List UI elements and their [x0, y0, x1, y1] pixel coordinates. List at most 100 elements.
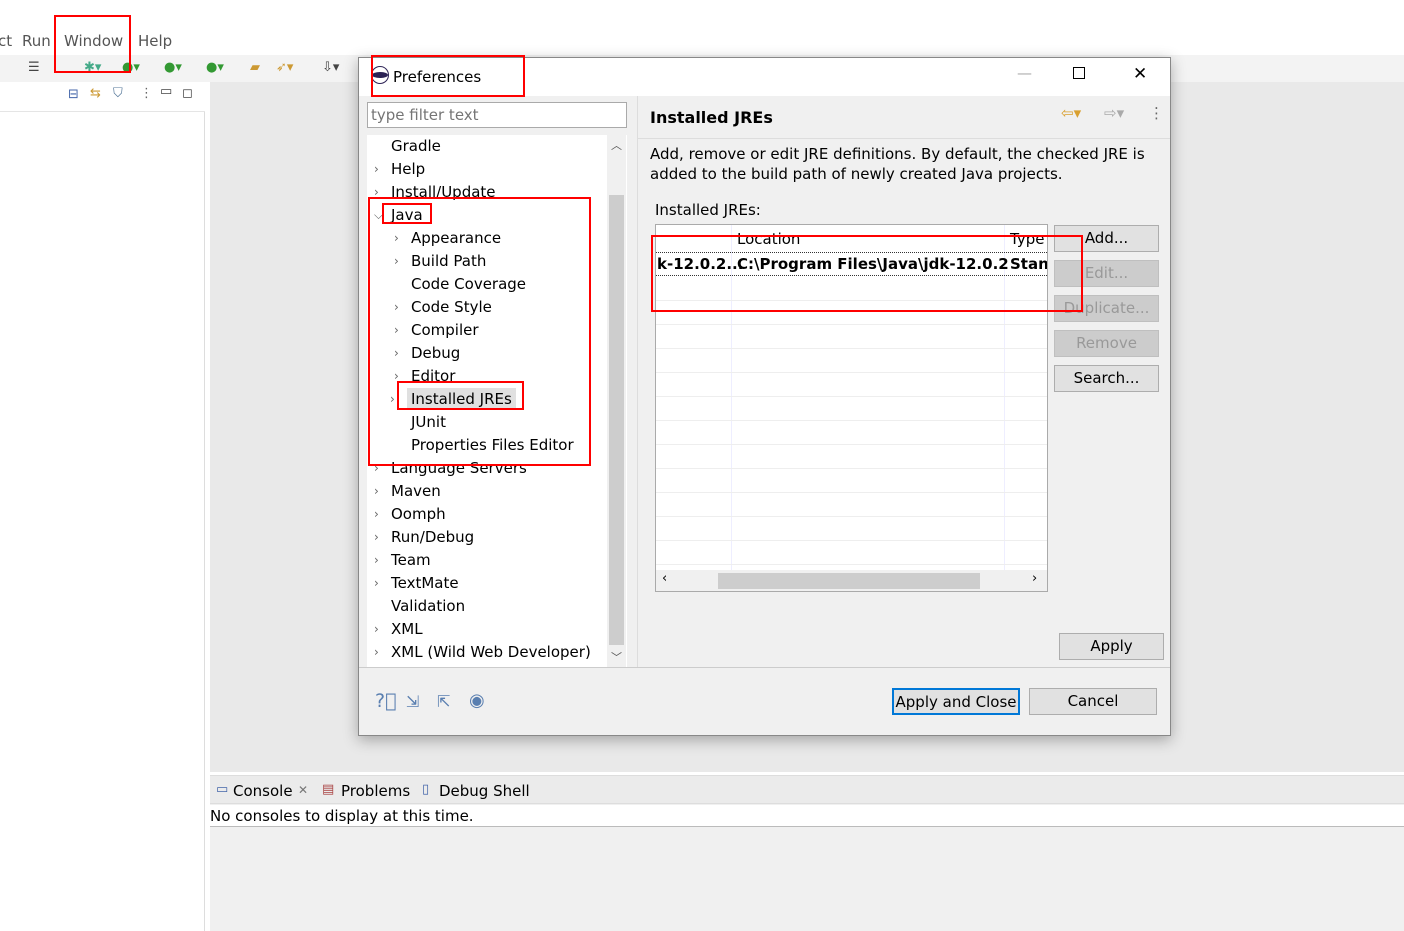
tree-item[interactable]: Properties Files Editor [411, 434, 574, 456]
menu-project[interactable]: ct [0, 32, 12, 50]
tree-item[interactable]: ⌵ Java [374, 204, 423, 226]
tree-item[interactable]: › Run/Debug [374, 526, 475, 548]
cancel-button[interactable]: Cancel [1029, 688, 1157, 715]
tree-item[interactable]: JUnit [411, 411, 446, 433]
chevron-right-icon[interactable]: › [374, 457, 379, 479]
export-icon[interactable]: ⇱ [437, 692, 450, 711]
column-header-location[interactable]: Location [737, 230, 800, 248]
external-tools-icon[interactable]: ●▾ [206, 60, 224, 75]
menu-window[interactable]: Window [64, 32, 123, 50]
filter-icon[interactable]: ⛉ [113, 86, 123, 101]
add-button[interactable]: Add... [1054, 225, 1159, 252]
maximize-button[interactable] [1073, 67, 1085, 79]
tree-item[interactable]: Validation [391, 595, 465, 617]
tree-item[interactable]: › Installed JREs [390, 388, 516, 410]
tree-item[interactable]: › XML [374, 618, 423, 640]
chevron-right-icon[interactable]: › [374, 526, 379, 548]
list-label: Installed JREs: [655, 201, 761, 219]
tree-scrollbar[interactable]: ︿ ﹀ [607, 135, 626, 667]
link-editor-icon[interactable]: ⇆ [90, 86, 101, 101]
menu-help[interactable]: Help [138, 32, 172, 50]
record-icon[interactable]: ◉ [469, 690, 485, 711]
tree-item[interactable]: › Code Style [394, 296, 492, 318]
chevron-down-icon[interactable]: ⌵ [374, 204, 383, 226]
table-row[interactable]: k-12.0.2... C:\Program Files\Java\jdk-12… [656, 252, 1047, 276]
forward-icon[interactable]: ⇨▾ [1104, 104, 1124, 122]
page-menu-icon[interactable]: ⋮ [1149, 104, 1164, 122]
search-button[interactable]: Search... [1054, 365, 1159, 392]
minimize-icon[interactable]: ▭ [160, 84, 172, 99]
tree-item[interactable]: › Build Path [394, 250, 487, 272]
rocket-icon[interactable]: ➶▾ [276, 60, 293, 75]
tab-problems[interactable]: Problems [341, 782, 410, 800]
duplicate-button[interactable]: Duplicate... [1054, 295, 1159, 322]
toolbar-icon[interactable]: ☰ [28, 60, 40, 75]
grid-line [656, 396, 1047, 397]
tree-item[interactable]: › Maven [374, 480, 441, 502]
tree-item[interactable]: › Install/Update [374, 181, 496, 203]
edit-button[interactable]: Edit... [1054, 260, 1159, 287]
tree-item[interactable]: › Help [374, 158, 425, 180]
coverage-icon[interactable]: ●▾ [164, 60, 182, 75]
chevron-right-icon[interactable]: › [394, 296, 399, 318]
tree-item[interactable]: › Oomph [374, 503, 446, 525]
save-icon[interactable]: ⇩▾ [322, 60, 339, 75]
preference-tree: Gradle › Help › Install/Update ⌵ Java › Appearan… [367, 135, 627, 667]
tree-item-label: Maven [391, 482, 441, 500]
tree-item[interactable]: › Language Servers [374, 457, 527, 479]
chevron-right-icon[interactable]: › [374, 480, 379, 502]
left-panel [0, 82, 205, 931]
tab-debug-shell[interactable]: Debug Shell [439, 782, 530, 800]
run-icon[interactable]: ●▾ [122, 60, 140, 75]
tree-item-label: Java [391, 206, 423, 224]
debug-icon[interactable]: ✱▾ [84, 60, 101, 75]
chevron-right-icon[interactable]: › [374, 549, 379, 571]
tree-item-label: Run/Debug [391, 528, 475, 546]
chevron-right-icon[interactable]: › [374, 618, 379, 640]
tree-item[interactable]: › XML (Wild Web Developer) [374, 641, 591, 663]
chevron-right-icon[interactable]: › [374, 181, 379, 203]
chevron-right-icon[interactable]: › [374, 503, 379, 525]
tree-item[interactable]: Code Coverage [411, 273, 526, 295]
minimize-button[interactable]: — [1017, 64, 1032, 82]
tree-item[interactable]: › TextMate [374, 572, 459, 594]
chevron-right-icon[interactable]: › [394, 342, 399, 364]
filter-input[interactable] [367, 102, 627, 128]
menu-run[interactable]: Run [22, 32, 51, 50]
apply-and-close-button[interactable]: Apply and Close [892, 688, 1020, 715]
tree-item[interactable]: › Editor [394, 365, 455, 387]
close-button[interactable]: ✕ [1133, 64, 1147, 84]
tree-item-label: Build Path [411, 252, 487, 270]
tree-item[interactable]: › Debug [394, 342, 460, 364]
view-menu-icon[interactable]: ⋮ [140, 86, 153, 101]
import-icon[interactable]: ⇲ [406, 692, 419, 711]
maximize-icon[interactable]: ◻ [182, 86, 193, 101]
tree-item[interactable]: › Appearance [394, 227, 502, 249]
help-icon[interactable]: ?⃝ [375, 690, 397, 712]
chevron-right-icon[interactable]: › [394, 319, 399, 341]
left-panel-header: ⊟ ⇆ ⛉ ⋮ ▭ ◻ [0, 82, 205, 112]
remove-button[interactable]: Remove [1054, 330, 1159, 357]
chevron-right-icon[interactable]: › [374, 641, 379, 663]
chevron-right-icon[interactable]: › [394, 250, 399, 272]
tree-item[interactable]: › Team [374, 549, 431, 571]
back-icon[interactable]: ⇦▾ [1061, 104, 1081, 122]
tab-console[interactable]: Console [233, 782, 293, 800]
column-header-type[interactable]: Type [1010, 230, 1044, 248]
collapse-all-icon[interactable]: ⊟ [68, 87, 79, 102]
chevron-right-icon[interactable]: › [374, 572, 379, 594]
open-folder-icon[interactable]: ▰ [250, 60, 260, 75]
tree-item-label: Appearance [411, 229, 502, 247]
chevron-right-icon[interactable]: › [390, 388, 395, 410]
apply-button[interactable]: Apply [1059, 633, 1164, 660]
tree-item[interactable]: Gradle [391, 135, 441, 157]
chevron-right-icon[interactable]: › [394, 227, 399, 249]
chevron-right-icon[interactable]: › [374, 158, 379, 180]
tree-item-label: Validation [391, 597, 466, 615]
close-icon[interactable]: ✕ [298, 783, 308, 797]
tree-item[interactable]: › Compiler [394, 319, 479, 341]
chevron-right-icon[interactable]: › [394, 365, 399, 387]
problems-icon: ▤ [322, 782, 335, 797]
table-h-scrollbar[interactable]: ‹ › [656, 570, 1047, 591]
tree-item-label: Properties Files Editor [411, 436, 574, 454]
